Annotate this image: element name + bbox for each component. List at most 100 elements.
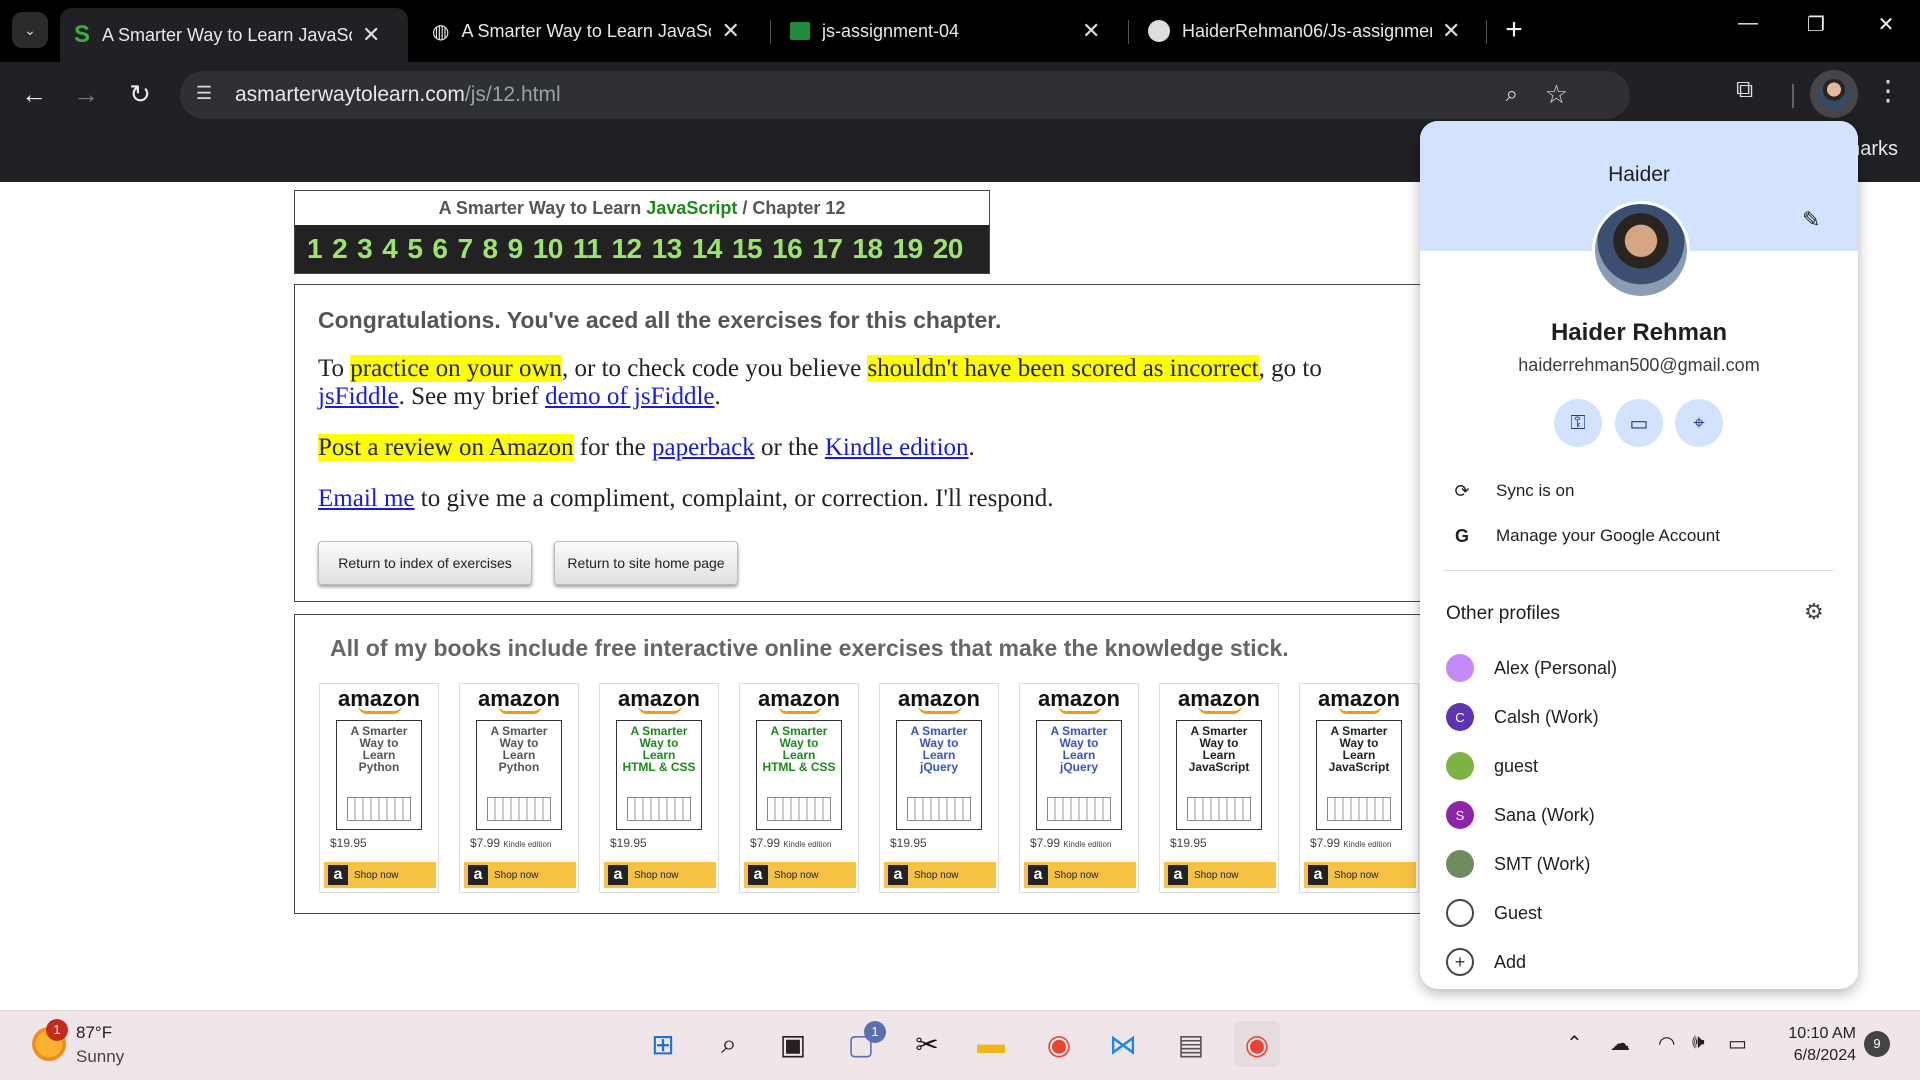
more-menu-icon[interactable]: ⋮ <box>1874 74 1902 107</box>
book-card[interactable]: amazon A Smarter Way to Learn jQuery $19.95 a… <box>879 683 999 893</box>
back-button[interactable]: ← <box>14 74 54 114</box>
tab-3[interactable]: js-assignment-04 ✕ <box>776 8 1122 54</box>
profile-item[interactable]: C Calsh (Work) <box>1420 697 1858 737</box>
profile-avatar-icon: + <box>1446 948 1474 976</box>
profile-item[interactable]: S Sana (Work) <box>1420 795 1858 835</box>
profile-item[interactable]: + Add <box>1420 942 1858 982</box>
book-card[interactable]: amazon A Smarter Way to Learn Python $7.99 Ki… <box>459 683 579 893</box>
kindle-link[interactable]: Kindle edition <box>825 434 969 461</box>
return-home-button[interactable]: Return to site home page <box>554 541 738 585</box>
vscode-icon[interactable]: ⋈ <box>1100 1021 1146 1067</box>
chapter-link[interactable]: 4 <box>382 233 398 265</box>
tab-active[interactable]: S A Smarter Way to Learn JavaScr ✕ <box>60 8 408 62</box>
tab-search-button[interactable]: ⌄ <box>12 12 48 48</box>
weather-condition[interactable]: Sunny <box>76 1047 124 1067</box>
chapter-link[interactable]: 7 <box>457 233 473 265</box>
site-info-icon[interactable]: ☰ <box>196 83 212 104</box>
chapter-link[interactable]: 1 <box>307 233 323 265</box>
battery-icon[interactable]: ▭ <box>1728 1031 1747 1056</box>
close-icon[interactable]: ✕ <box>1082 18 1100 44</box>
chapter-link[interactable]: 14 <box>692 233 723 265</box>
task-view-icon[interactable]: ▣ <box>770 1021 816 1067</box>
profile-item[interactable]: Guest <box>1420 893 1858 933</box>
chapter-link[interactable]: 11 <box>573 233 602 265</box>
clock[interactable]: 10:10 AM 6/8/2024 <box>1770 1023 1856 1067</box>
capcut-icon[interactable]: ✂ <box>904 1021 950 1067</box>
chapter-link[interactable]: 5 <box>407 233 423 265</box>
addresses-button[interactable]: ⌖ <box>1675 399 1723 447</box>
extensions-icon[interactable]: ⧉ <box>1736 76 1753 104</box>
close-icon[interactable]: ✕ <box>362 22 380 48</box>
start-windows-icon[interactable]: ⊞ <box>640 1021 686 1067</box>
forward-button[interactable]: → <box>66 74 106 114</box>
tab-2[interactable]: ◍ A Smarter Way to Learn JavaScr ✕ <box>418 8 764 54</box>
shop-now-button[interactable]: a Shop now <box>744 862 856 888</box>
profile-item[interactable]: Alex (Personal) <box>1420 648 1858 688</box>
paperback-link[interactable]: paperback <box>652 434 755 461</box>
manage-account-row[interactable]: G Manage your Google Account <box>1420 516 1858 556</box>
chapter-link[interactable]: 20 <box>933 233 964 265</box>
close-window-button[interactable]: ✕ <box>1866 12 1906 37</box>
chapter-link[interactable]: 16 <box>772 233 803 265</box>
tab-4[interactable]: HaiderRehman06/Js-assignmen ✕ <box>1134 8 1480 54</box>
wifi-icon[interactable]: ◠ <box>1658 1031 1675 1056</box>
temperature[interactable]: 87°F <box>76 1023 112 1043</box>
chapter-link[interactable]: 13 <box>652 233 683 265</box>
address-bar[interactable]: ☰ asmarterwaytolearn.com/js/12.html ⌕ ☆ <box>180 71 1630 119</box>
volume-icon[interactable]: 🕪 <box>1692 1031 1705 1054</box>
payment-methods-button[interactable]: ▭ <box>1615 399 1663 447</box>
book-card[interactable]: amazon A Smarter Way to Learn JavaScript $7.9… <box>1299 683 1419 893</box>
chapter-link[interactable]: 18 <box>852 233 883 265</box>
chrome-icon[interactable]: ◉ <box>1036 1021 1082 1067</box>
amazon-logo: amazon <box>1160 686 1278 720</box>
reload-button[interactable]: ↻ <box>120 74 160 114</box>
profile-button[interactable] <box>1810 70 1858 118</box>
book-card[interactable]: amazon A Smarter Way to Learn HTML & CSS $7.9… <box>739 683 859 893</box>
chapter-link[interactable]: 12 <box>611 233 642 265</box>
close-icon[interactable]: ✕ <box>721 18 739 44</box>
file-explorer-icon[interactable]: ▬ <box>968 1021 1014 1067</box>
shop-now-button[interactable]: a Shop now <box>324 862 436 888</box>
notification-badge[interactable]: 9 <box>1864 1031 1890 1057</box>
close-icon[interactable]: ✕ <box>1442 18 1460 44</box>
sync-row[interactable]: ⟳ Sync is on <box>1420 471 1858 511</box>
profile-item[interactable]: guest <box>1420 746 1858 786</box>
onedrive-cloud-icon[interactable]: ☁ <box>1610 1031 1630 1056</box>
shop-now-button[interactable]: a Shop now <box>884 862 996 888</box>
chapter-link[interactable]: 2 <box>332 233 348 265</box>
python-file-icon[interactable]: ▤ <box>1168 1021 1214 1067</box>
shop-now-button[interactable]: a Shop now <box>1024 862 1136 888</box>
chapter-link[interactable]: 6 <box>432 233 448 265</box>
return-index-button[interactable]: Return to index of exercises <box>318 541 532 585</box>
search-icon[interactable]: ⌕ <box>706 1021 752 1067</box>
shop-now-button[interactable]: a Shop now <box>1164 862 1276 888</box>
zoom-icon[interactable]: ⌕ <box>1506 81 1518 107</box>
chapter-link[interactable]: 8 <box>483 233 499 265</box>
book-card[interactable]: amazon A Smarter Way to Learn JavaScript $19.… <box>1159 683 1279 893</box>
minimize-button[interactable]: — <box>1728 12 1768 35</box>
demo-jsfiddle-link[interactable]: demo of jsFiddle <box>545 383 714 410</box>
chapter-link[interactable]: 9 <box>508 233 524 265</box>
chevron-up-icon[interactable]: ⌃ <box>1566 1031 1583 1056</box>
book-card[interactable]: amazon A Smarter Way to Learn Python $19.95 a… <box>319 683 439 893</box>
shop-now-button[interactable]: a Shop now <box>1304 862 1416 888</box>
restore-button[interactable]: ❐ <box>1796 12 1836 37</box>
chapter-link[interactable]: 10 <box>533 233 564 265</box>
profile-item[interactable]: SMT (Work) <box>1420 844 1858 884</box>
chapter-link[interactable]: 15 <box>732 233 763 265</box>
chapter-link[interactable]: 3 <box>357 233 373 265</box>
shop-now-button[interactable]: a Shop now <box>464 862 576 888</box>
book-card[interactable]: amazon A Smarter Way to Learn HTML & CSS $19.… <box>599 683 719 893</box>
gear-icon[interactable]: ⚙ <box>1804 599 1824 625</box>
bookmark-star-icon[interactable]: ☆ <box>1545 79 1568 110</box>
chrome-profile-icon[interactable]: ◉ <box>1234 1021 1280 1067</box>
book-card[interactable]: amazon A Smarter Way to Learn jQuery $7.99 Ki… <box>1019 683 1139 893</box>
chapter-link[interactable]: 19 <box>893 233 924 265</box>
chapter-link[interactable]: 17 <box>812 233 843 265</box>
new-tab-button[interactable]: + <box>1496 12 1532 48</box>
shop-now-button[interactable]: a Shop now <box>604 862 716 888</box>
jsfiddle-link[interactable]: jsFiddle <box>318 383 399 410</box>
email-link[interactable]: Email me <box>318 485 415 512</box>
edit-pencil-icon[interactable]: ✎ <box>1802 207 1820 233</box>
passwords-button[interactable]: ⚿ <box>1554 399 1602 447</box>
